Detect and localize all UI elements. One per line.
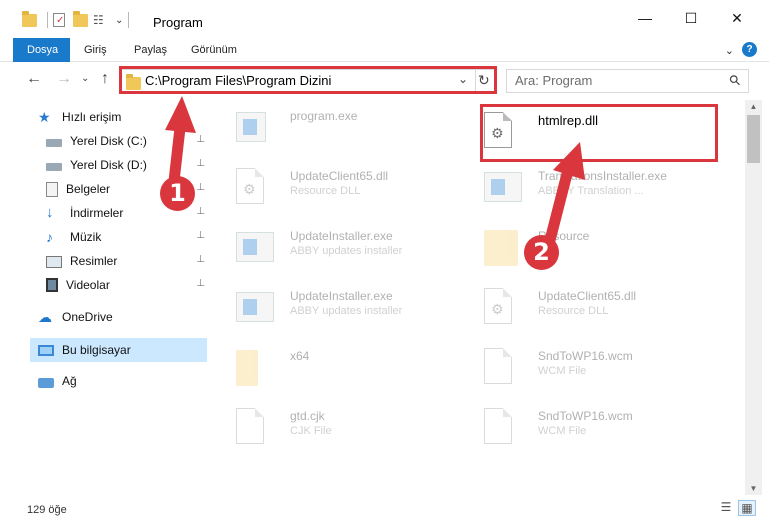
step-marker-1: 1	[160, 176, 195, 211]
item-count: 129 öğe	[27, 504, 67, 516]
scroll-up-icon[interactable]: ▲	[745, 102, 762, 111]
large-icons-view-icon[interactable]: ▦	[738, 500, 756, 516]
step-marker-2: 2	[524, 235, 559, 270]
details-view-icon[interactable]: ☰	[717, 500, 735, 516]
arrow-2	[542, 142, 585, 254]
vertical-scrollbar[interactable]: ▲ ▼	[745, 100, 762, 495]
scroll-down-icon[interactable]: ▼	[745, 484, 762, 493]
status-bar: 129 öğe ☰ ▦	[0, 495, 769, 530]
annotation-arrows	[165, 96, 585, 254]
scroll-thumb[interactable]	[747, 115, 760, 163]
